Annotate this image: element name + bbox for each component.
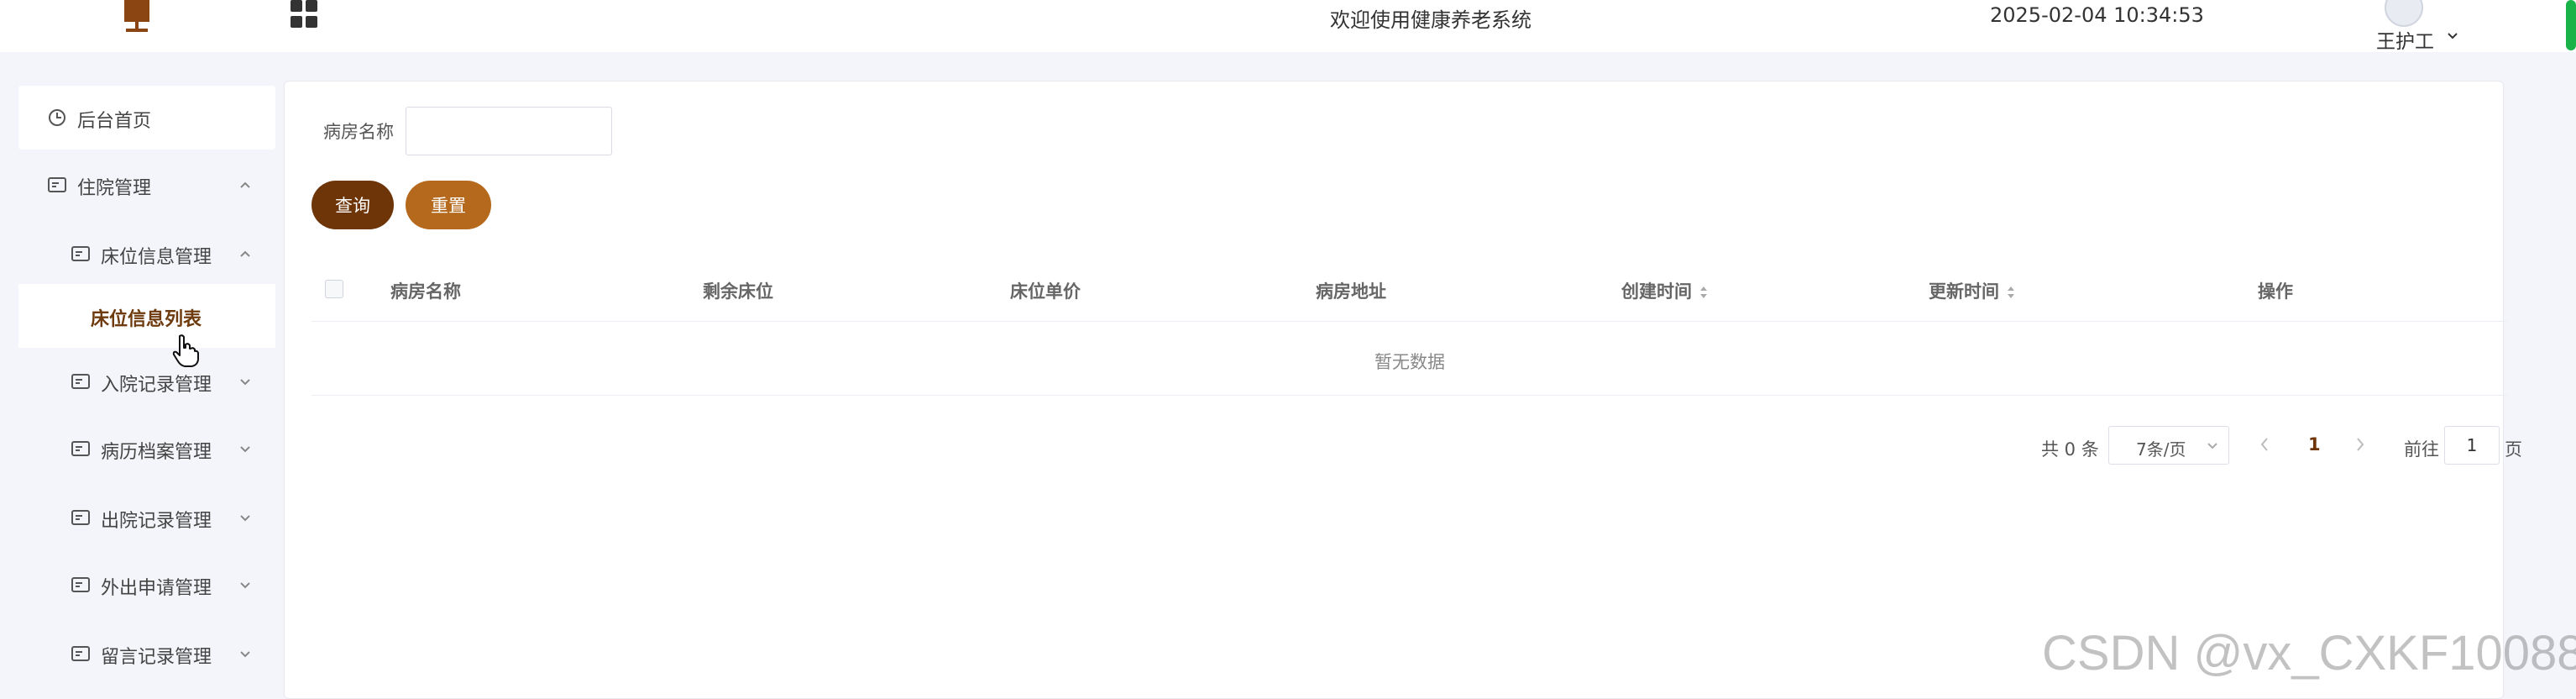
goto-page-input[interactable] bbox=[2444, 426, 2500, 465]
welcome-text: 欢迎使用健康养老系统 bbox=[1330, 8, 1531, 32]
sidebar: 后台首页 住院管理 床位信息管理 床位信息列表 入院记录管理 病历档案管理 出院… bbox=[0, 52, 277, 699]
total-count: 共 0 条 bbox=[2041, 439, 2099, 460]
clock-icon bbox=[49, 109, 65, 126]
column-header-created[interactable]: 创建时间 bbox=[1621, 278, 1709, 303]
ward-name-input[interactable] bbox=[406, 107, 612, 155]
page-size-value: 7条/页 bbox=[2136, 439, 2186, 460]
goto-label: 前往 bbox=[2404, 439, 2439, 460]
sidebar-item-messages[interactable]: 留言记录管理 bbox=[18, 622, 275, 686]
current-page[interactable]: 1 bbox=[2308, 434, 2321, 455]
sidebar-item-label: 病历档案管理 bbox=[101, 442, 212, 463]
page-size-select[interactable]: 7条/页 bbox=[2108, 426, 2229, 465]
card-icon bbox=[71, 646, 90, 661]
ward-name-label: 病房名称 bbox=[323, 122, 394, 142]
user-name[interactable]: 王护工 bbox=[2376, 25, 2434, 54]
sidebar-item-label: 外出申请管理 bbox=[101, 578, 212, 599]
chevron-down-icon bbox=[240, 379, 250, 386]
current-datetime: 2025-02-04 10:34:53 bbox=[1990, 3, 2204, 27]
chevron-right-icon[interactable] bbox=[2353, 436, 2367, 453]
sidebar-item-medical-records[interactable]: 病历档案管理 bbox=[18, 417, 275, 481]
card-icon bbox=[71, 374, 90, 389]
chevron-down-icon bbox=[240, 582, 250, 589]
chevron-down-icon bbox=[240, 446, 250, 453]
goto-unit: 页 bbox=[2505, 439, 2522, 460]
card-icon bbox=[48, 177, 66, 192]
sidebar-item-bed-list[interactable]: 床位信息列表 bbox=[18, 284, 275, 348]
sidebar-item-label: 留言记录管理 bbox=[101, 647, 212, 668]
pagination: 共 0 条 7条/页 1 前往 页 bbox=[285, 421, 2522, 471]
sidebar-item-label: 出院记录管理 bbox=[101, 511, 212, 532]
sidebar-item-label: 住院管理 bbox=[77, 178, 152, 199]
chevron-left-icon[interactable] bbox=[2258, 436, 2271, 453]
card-icon bbox=[71, 577, 90, 592]
chevron-down-icon bbox=[2207, 443, 2217, 449]
card-icon bbox=[71, 246, 90, 261]
watermark: CSDN @vx_CXKF10088 bbox=[2042, 626, 2576, 681]
card-icon bbox=[71, 510, 90, 525]
menu-grid-icon[interactable] bbox=[291, 0, 319, 29]
sidebar-item-outing-request[interactable]: 外出申请管理 bbox=[18, 553, 275, 617]
avatar[interactable] bbox=[2385, 0, 2423, 27]
chevron-up-icon bbox=[240, 250, 250, 257]
column-header: 病房名称 bbox=[390, 281, 461, 302]
column-header: 病房地址 bbox=[1316, 281, 1386, 302]
sidebar-item-admission[interactable]: 入院记录管理 bbox=[18, 350, 275, 413]
sidebar-item-label: 床位信息管理 bbox=[101, 247, 212, 268]
sidebar-item-label: 后台首页 bbox=[77, 111, 152, 132]
hand-cursor-icon bbox=[172, 334, 199, 367]
empty-text: 暂无数据 bbox=[1374, 352, 1445, 372]
table-empty-row: 暂无数据 bbox=[312, 322, 2508, 396]
select-all-checkbox[interactable] bbox=[325, 280, 343, 298]
chevron-down-icon bbox=[240, 651, 250, 658]
card-icon bbox=[71, 441, 90, 456]
scrollbar-thumb[interactable] bbox=[2566, 0, 2576, 50]
reset-button[interactable]: 重置 bbox=[406, 181, 491, 229]
sort-icon[interactable] bbox=[1699, 285, 1709, 300]
table-header: 病房名称 剩余床位 床位单价 病房地址 创建时间 更新时间 操作 bbox=[312, 255, 2508, 322]
column-header: 操作 bbox=[2258, 281, 2293, 302]
top-bar: 欢迎使用健康养老系统 2025-02-04 10:34:53 王护工 bbox=[0, 0, 2576, 54]
chevron-down-icon bbox=[240, 515, 250, 522]
logo-icon bbox=[124, 0, 149, 32]
main-panel: 病房名称 查询 重置 病房名称 剩余床位 床位单价 病房地址 创建时间 更新时间… bbox=[284, 81, 2522, 699]
sidebar-item-label: 入院记录管理 bbox=[101, 375, 212, 396]
query-button[interactable]: 查询 bbox=[312, 181, 394, 229]
sort-icon[interactable] bbox=[2006, 285, 2016, 300]
sidebar-item-home[interactable]: 后台首页 bbox=[18, 86, 275, 150]
column-header-updated[interactable]: 更新时间 bbox=[1929, 278, 2016, 303]
chevron-up-icon bbox=[240, 181, 250, 188]
sidebar-item-inpatient[interactable]: 住院管理 bbox=[18, 153, 275, 217]
column-header: 床位单价 bbox=[1010, 281, 1081, 302]
sidebar-item-discharge[interactable]: 出院记录管理 bbox=[18, 486, 275, 549]
sidebar-item-label: 床位信息列表 bbox=[91, 309, 202, 330]
sidebar-item-bed-info[interactable]: 床位信息管理 bbox=[18, 222, 275, 286]
chevron-down-icon[interactable] bbox=[2447, 30, 2458, 42]
column-header: 剩余床位 bbox=[703, 281, 773, 302]
